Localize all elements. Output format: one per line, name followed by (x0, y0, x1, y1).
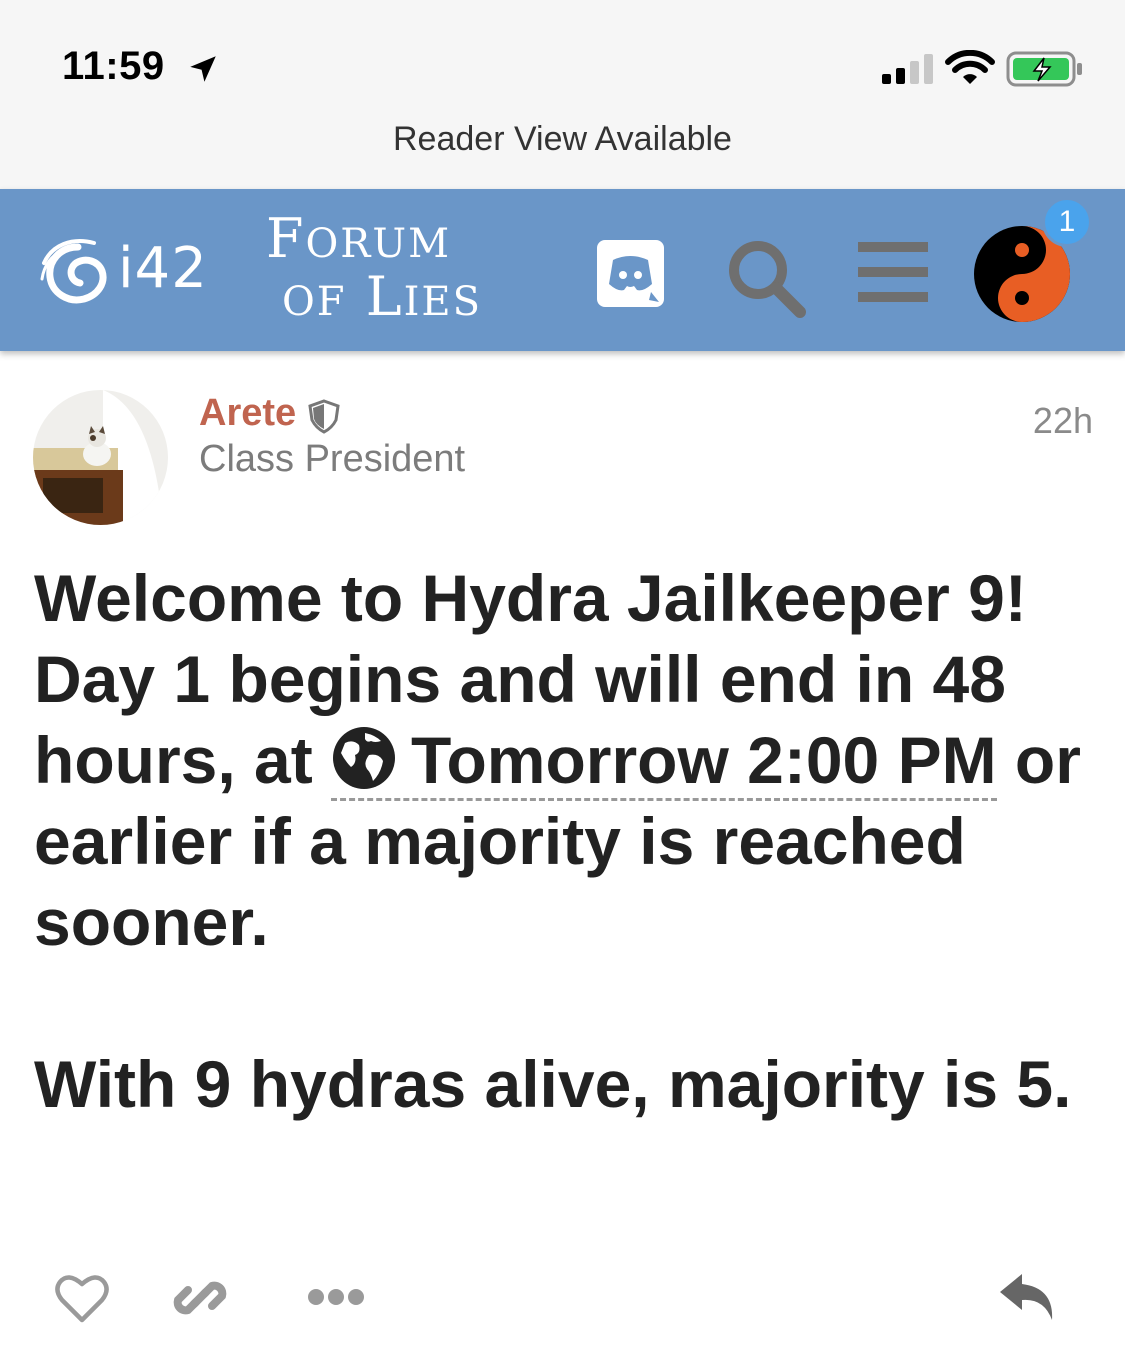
local-date-chip[interactable]: Tomorrow 2:00 PM (331, 722, 997, 801)
notification-badge[interactable]: 1 (1042, 197, 1092, 247)
poster-username[interactable]: Arete (199, 392, 296, 435)
reader-view-available[interactable]: Reader View Available (0, 120, 1125, 159)
heart-icon[interactable] (54, 1270, 110, 1326)
poster-title: Class President (199, 438, 466, 480)
link-icon[interactable] (170, 1268, 230, 1328)
status-time: 11:59 (62, 44, 165, 88)
swirl-logo-icon[interactable] (38, 233, 118, 313)
location-arrow-icon (190, 56, 216, 82)
forum-title[interactable]: FORUM OF LIES (266, 212, 482, 324)
post-body: Welcome to Hydra Jailkeeper 9! Day 1 beg… (34, 558, 1094, 1125)
battery-charging-icon (1006, 51, 1082, 87)
search-icon[interactable] (722, 234, 808, 320)
post-age[interactable]: 22h (1033, 400, 1093, 442)
reply-icon[interactable] (998, 1270, 1058, 1326)
forum-title-line1: FORUM (266, 207, 452, 270)
discord-button[interactable] (597, 240, 664, 307)
logo-text[interactable]: i42 (118, 236, 208, 301)
post-paragraph-2: With 9 hydras alive, majority is 5. (34, 1047, 1072, 1121)
discord-icon (609, 256, 659, 302)
globe-icon (333, 727, 396, 789)
post-paragraph-1: Welcome to Hydra Jailkeeper 9! Day 1 beg… (34, 558, 1094, 963)
moderator-shield-icon (308, 399, 340, 434)
forum-title-line2: OF LIES (282, 265, 482, 328)
hamburger-menu-icon[interactable] (858, 240, 928, 304)
browser-chrome: 11:59 Reader View Available (0, 0, 1125, 189)
poster-avatar[interactable] (33, 390, 168, 525)
more-dots-icon[interactable] (306, 1282, 366, 1312)
wifi-icon (945, 50, 995, 84)
cellular-signal-icon (882, 54, 933, 84)
local-date-label: Tomorrow 2:00 PM (411, 723, 997, 797)
